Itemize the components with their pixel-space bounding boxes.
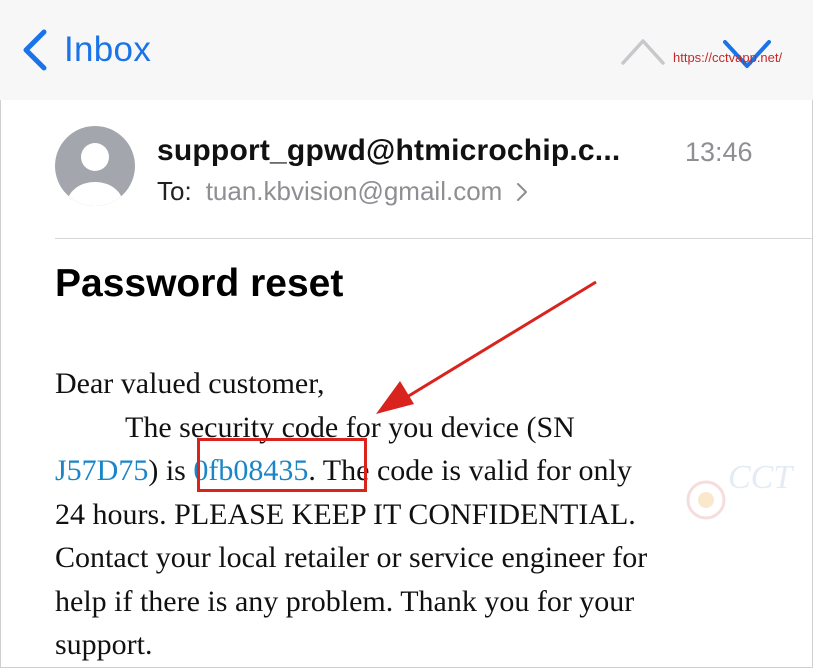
help-line: help if there is any problem. Thank you … [55, 584, 635, 618]
confidential-line: 24 hours. PLEASE KEEP IT CONFIDENTIAL. [55, 497, 636, 531]
code-highlight-box [197, 438, 367, 492]
back-label: Inbox [64, 30, 152, 69]
watermark-url: https://cctvapp.net/ [673, 50, 783, 65]
is-text: ) is [148, 454, 194, 487]
recipient-address[interactable]: tuan.kbvision@gmail.com [206, 176, 503, 207]
recipient-row[interactable]: To: tuan.kbvision@gmail.com [157, 176, 528, 207]
chevron-left-icon [23, 29, 47, 71]
email-subject: Password reset [55, 262, 344, 305]
serial-number-link[interactable]: J57D75 [55, 454, 148, 487]
chevron-right-icon [517, 182, 528, 201]
chevron-up-icon[interactable] [620, 36, 666, 66]
navigation-bar: Inbox https://cctvapp.net/ [0, 0, 813, 100]
contact-line: Contact your local retailer or service e… [55, 541, 648, 574]
back-to-inbox-button[interactable]: Inbox [20, 28, 151, 72]
header-divider [55, 238, 813, 239]
person-avatar-icon [55, 126, 135, 206]
sender-address[interactable]: support_gpwd@htmicrochip.c... [157, 134, 620, 168]
to-label: To: [157, 176, 192, 206]
svg-text:CCT: CCT [728, 459, 794, 496]
message-time: 13:46 [685, 137, 753, 167]
red-arrow-annotation [376, 280, 597, 414]
code-line: J57D75) is 0fb08435. The code is valid f… [55, 449, 775, 493]
watermark-logo-icon: CCT [686, 459, 794, 520]
support-line: support. [55, 628, 153, 661]
